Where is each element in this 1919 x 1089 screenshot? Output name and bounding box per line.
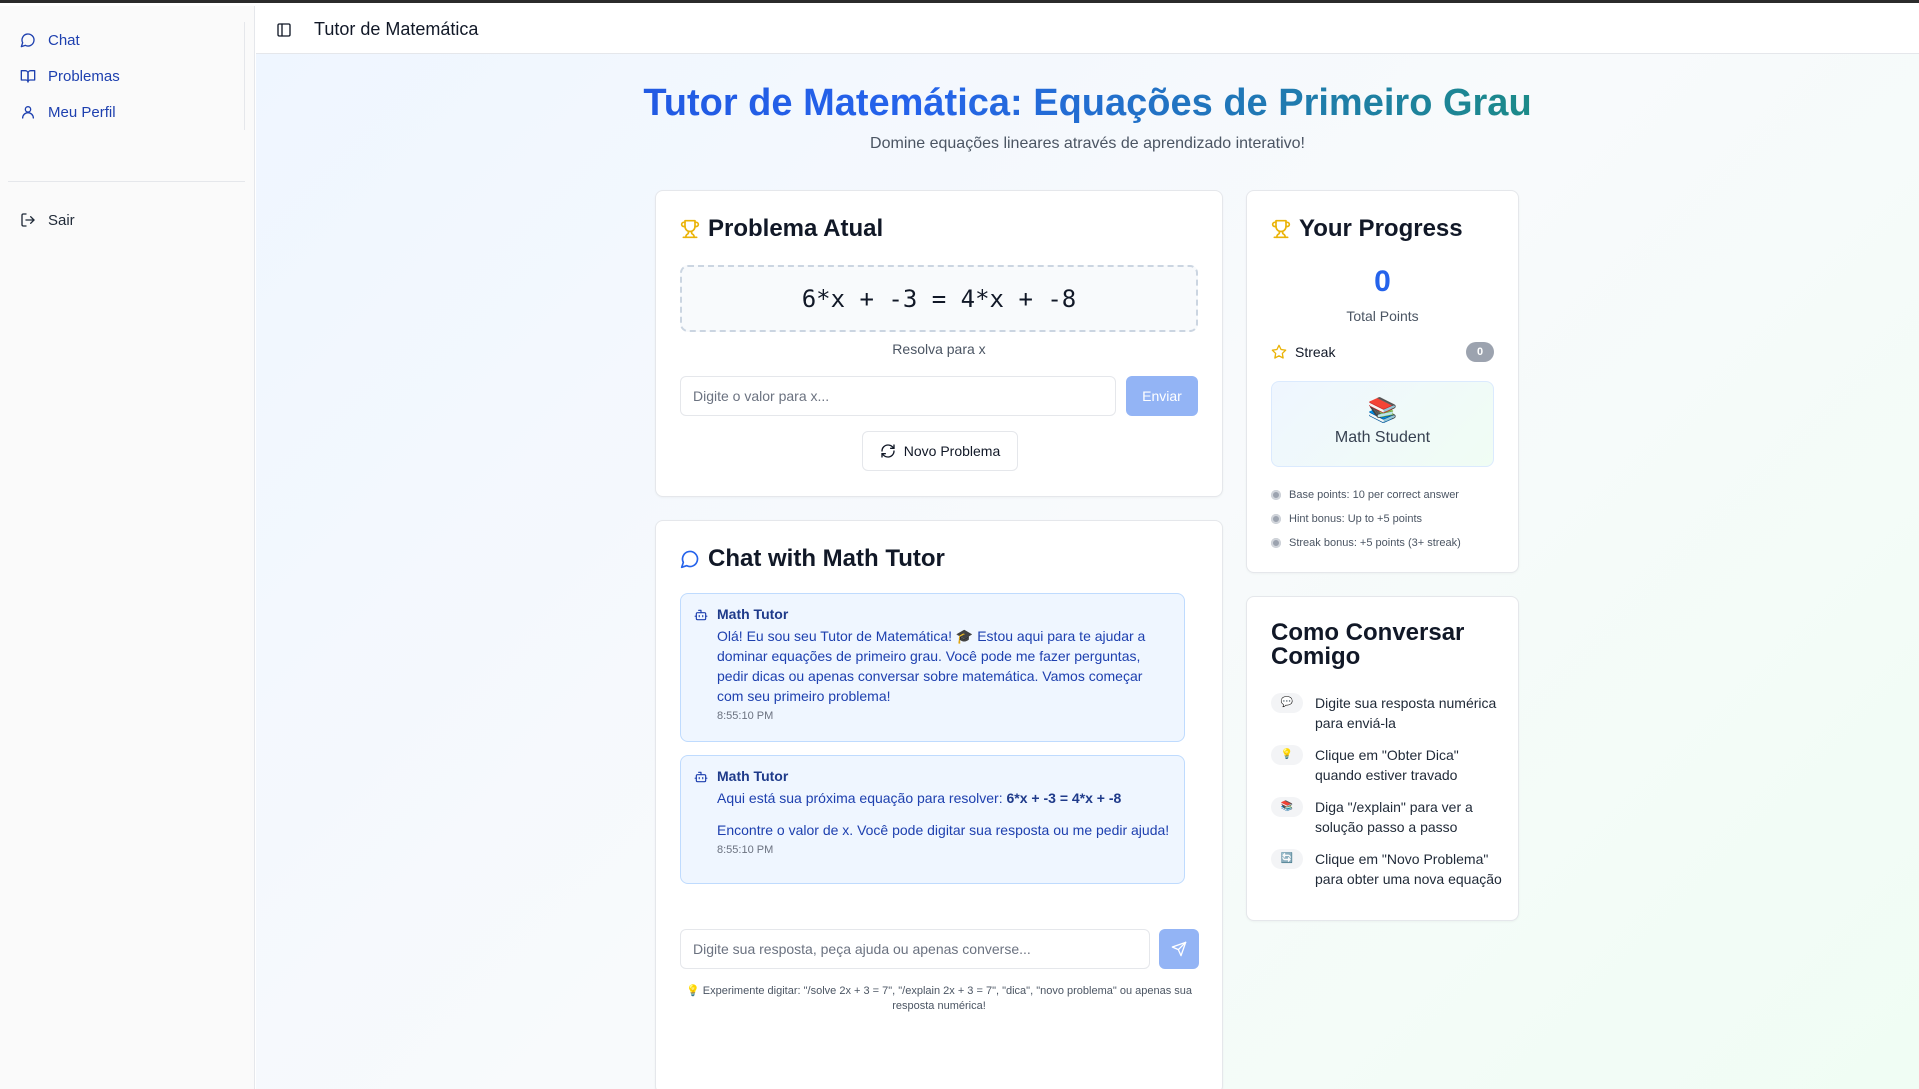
chat-message: Math Tutor Aqui está sua próxima equação… bbox=[680, 755, 1185, 884]
page-title: Tutor de Matemática: Equações de Primeir… bbox=[256, 82, 1919, 125]
refresh-icon bbox=[881, 444, 895, 458]
sidebar-item-label: Meu Perfil bbox=[48, 103, 116, 121]
bot-icon bbox=[694, 771, 708, 783]
books-icon: 📚 bbox=[1367, 397, 1398, 424]
message-text-prefix: Aqui está sua próxima equação para resol… bbox=[717, 790, 1007, 806]
answer-input[interactable] bbox=[680, 376, 1116, 416]
chat-tip: 💡 Experimente digitar: "/solve 2x + 3 = … bbox=[686, 985, 1192, 1012]
progress-card-title: Your Progress bbox=[1271, 215, 1463, 243]
total-points-label: Total Points bbox=[1346, 308, 1419, 324]
send-icon bbox=[1171, 941, 1187, 957]
star-icon bbox=[1271, 344, 1287, 359]
rule-item: Hint bonus: Up to +5 points bbox=[1271, 507, 1498, 531]
user-icon bbox=[22, 106, 34, 119]
chat-title-text: Chat with Math Tutor bbox=[708, 545, 945, 572]
message-sender: Math Tutor bbox=[717, 606, 789, 622]
sidebar-item-meu-perfil[interactable]: Meu Perfil bbox=[8, 94, 245, 130]
progress-title-text: Your Progress bbox=[1299, 215, 1463, 242]
message-time: 8:55:10 PM bbox=[717, 710, 774, 722]
level-box: 📚 Math Student bbox=[1271, 381, 1494, 467]
chat-card-title: Chat with Math Tutor bbox=[680, 545, 945, 573]
solve-for-label: Resolva para x bbox=[892, 341, 986, 357]
refresh-icon: 🔄 bbox=[1271, 849, 1303, 869]
total-points-value: 0 bbox=[1374, 265, 1391, 298]
level-name: Math Student bbox=[1334, 429, 1431, 446]
dot-icon bbox=[1271, 538, 1281, 548]
streak-row: Streak 0 bbox=[1271, 342, 1494, 362]
chat-bubble-icon bbox=[20, 33, 35, 48]
panel-left-icon bbox=[277, 22, 291, 37]
problem-title-text: Problema Atual bbox=[708, 215, 884, 242]
sidebar-item-chat[interactable]: Chat bbox=[8, 22, 245, 58]
main-content: Tutor de Matemática: Equações de Primeir… bbox=[256, 54, 1919, 1089]
sidebar-item-label: Problemas bbox=[48, 67, 120, 85]
chat-input[interactable] bbox=[680, 929, 1150, 969]
streak-badge: 0 bbox=[1466, 342, 1494, 362]
dot-icon bbox=[1271, 514, 1281, 524]
list-item: 📚 Diga "/explain" para ver a solução pas… bbox=[1271, 797, 1502, 837]
howto-text: Clique em "Obter Dica" quando estiver tr… bbox=[1315, 747, 1459, 783]
sidebar: Chat Problemas Meu Perfil Sair bbox=[0, 6, 255, 1089]
sidebar-toggle-button[interactable] bbox=[276, 21, 294, 39]
logout-icon bbox=[21, 213, 35, 227]
new-problem-label: Novo Problema bbox=[903, 443, 1001, 459]
sidebar-item-problemas[interactable]: Problemas bbox=[8, 58, 245, 94]
howto-text: Diga "/explain" para ver a solução passo… bbox=[1315, 799, 1473, 835]
message-equation: 6*x + -3 = 4*x + -8 bbox=[1006, 790, 1122, 806]
logout-label: Sair bbox=[48, 211, 75, 229]
message-sender: Math Tutor bbox=[717, 768, 789, 784]
how-to-chat-card: Como Conversar Comigo 💬 Digite sua respo… bbox=[1246, 596, 1519, 921]
chat-card: Chat with Math Tutor Math Tutor Olá! Eu … bbox=[655, 520, 1223, 1089]
page-subtitle: Domine equações lineares através de apre… bbox=[870, 135, 1305, 152]
new-problem-button[interactable]: Novo Problema bbox=[862, 431, 1018, 471]
howto-text: Clique em "Novo Problema" para obter uma… bbox=[1315, 851, 1502, 887]
rule-text: Streak bonus: +5 points (3+ streak) bbox=[1289, 537, 1461, 549]
lightbulb-icon: 💡 bbox=[1271, 745, 1303, 765]
progress-card: Your Progress 0 Total Points Streak 0 📚 … bbox=[1246, 190, 1519, 573]
rule-item: Base points: 10 per correct answer bbox=[1271, 483, 1498, 507]
howto-text: Digite sua resposta numérica para enviá-… bbox=[1315, 695, 1497, 731]
speech-bubble-icon: 💬 bbox=[1271, 693, 1303, 713]
message-text: Olá! Eu sou seu Tutor de Matemática! 🎓 E… bbox=[717, 628, 1146, 704]
chat-message: Math Tutor Olá! Eu sou seu Tutor de Mate… bbox=[680, 593, 1185, 742]
howto-list: 💬 Digite sua resposta numérica para envi… bbox=[1271, 693, 1502, 901]
list-item: 💬 Digite sua resposta numérica para envi… bbox=[1271, 693, 1502, 733]
points-rules: Base points: 10 per correct answer Hint … bbox=[1271, 483, 1498, 555]
header-title: Tutor de Matemática bbox=[314, 19, 479, 39]
rule-text: Base points: 10 per correct answer bbox=[1289, 489, 1459, 501]
submit-answer-button[interactable]: Enviar bbox=[1126, 376, 1198, 416]
current-problem-card: Problema Atual 6*x + -3 = 4*x + -8 Resol… bbox=[655, 190, 1223, 497]
trophy-icon bbox=[1271, 219, 1291, 239]
trophy-icon bbox=[680, 219, 700, 239]
message-text: Aqui está sua próxima equação para resol… bbox=[717, 788, 1172, 808]
dot-icon bbox=[1271, 490, 1281, 500]
equation-display: 6*x + -3 = 4*x + -8 bbox=[680, 265, 1198, 332]
bot-icon bbox=[694, 609, 708, 621]
problem-card-title: Problema Atual bbox=[680, 215, 883, 243]
top-header: Tutor de Matemática bbox=[256, 6, 1919, 54]
book-icon bbox=[20, 70, 36, 83]
streak-label: Streak bbox=[1295, 344, 1336, 360]
books-icon: 📚 bbox=[1271, 797, 1303, 817]
chat-bubble-icon bbox=[680, 550, 699, 569]
message-time: 8:55:10 PM bbox=[717, 844, 774, 856]
rule-text: Hint bonus: Up to +5 points bbox=[1289, 513, 1422, 525]
list-item: 💡 Clique em "Obter Dica" quando estiver … bbox=[1271, 745, 1502, 785]
sidebar-divider bbox=[8, 181, 245, 182]
howto-title: Como Conversar Comigo bbox=[1271, 619, 1465, 670]
sidebar-item-label: Chat bbox=[48, 31, 80, 49]
message-text-line2: Encontre o valor de x. Você pode digitar… bbox=[717, 822, 1170, 838]
list-item: 🔄 Clique em "Novo Problema" para obter u… bbox=[1271, 849, 1502, 889]
chat-send-button[interactable] bbox=[1159, 929, 1199, 969]
logout-button[interactable]: Sair bbox=[8, 202, 245, 238]
rule-item: Streak bonus: +5 points (3+ streak) bbox=[1271, 531, 1498, 555]
